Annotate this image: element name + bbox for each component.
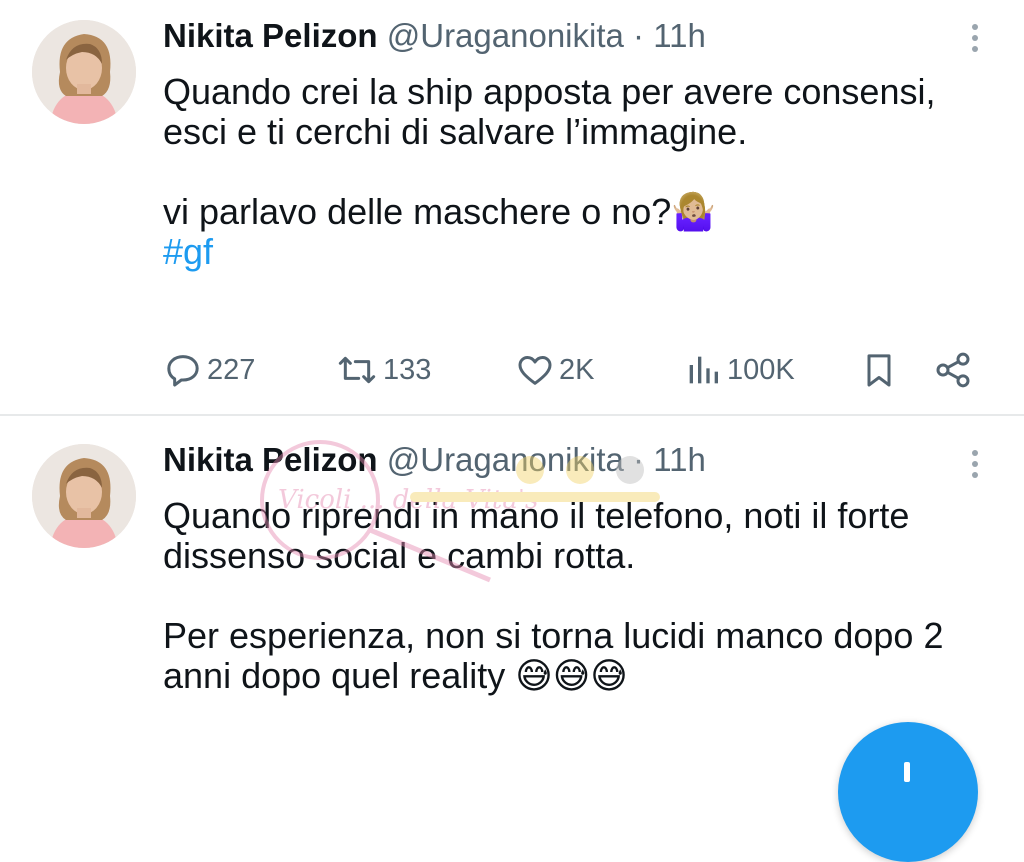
plus-icon [904,762,910,782]
timestamp[interactable]: 11h [653,441,706,478]
avatar[interactable] [32,444,136,548]
tweet-paragraph: Quando riprendi in mano il telefono, not… [163,495,910,576]
views-icon [689,356,718,384]
tweet-1[interactable]: Nikita Pelizon @Uraganonikita · 11h Quan… [0,0,1024,414]
author-name[interactable]: Nikita Pelizon [163,17,378,54]
reply-button[interactable]: 227 [163,350,255,390]
tweet-paragraph: Quando crei la ship apposta per avere co… [163,71,936,152]
like-icon [518,356,552,385]
compose-button[interactable] [838,722,978,862]
bookmark-icon [867,354,891,387]
tweet-header: Nikita Pelizon @Uraganonikita · 11h [163,16,706,56]
repost-button[interactable]: 133 [335,350,431,390]
author-name[interactable]: Nikita Pelizon [163,441,378,478]
hashtag-link[interactable]: #gf [163,232,1003,272]
views-count: 100K [727,353,795,386]
separator: · [633,441,645,478]
repost-icon [338,356,376,384]
timestamp[interactable]: 11h [653,17,706,54]
views-button[interactable]: 100K [683,350,795,390]
repost-count: 133 [383,353,432,386]
like-button[interactable]: 2K [515,350,594,390]
author-handle[interactable]: @Uraganonikita [387,17,624,54]
avatar[interactable] [32,20,136,124]
tweet-text: Quando riprendi in mano il telefono, not… [163,496,1003,696]
action-bar: 227 133 2K 100K [163,350,983,390]
avatar-image [32,444,136,548]
avatar-image [32,20,136,124]
reply-icon [167,355,199,387]
reply-count: 227 [207,353,256,386]
tweet-header: Nikita Pelizon @Uraganonikita · 11h [163,440,706,480]
like-count: 2K [559,353,595,386]
tweet-paragraph: Per esperienza, non si torna lucidi manc… [163,615,944,696]
more-options-icon[interactable] [972,450,980,483]
tweet-text: Quando crei la ship apposta per avere co… [163,72,1003,272]
bookmark-button[interactable] [859,350,899,390]
author-handle[interactable]: @Uraganonikita [387,441,624,478]
more-options-icon[interactable] [972,24,980,57]
share-icon [936,352,970,388]
tweet-paragraph: vi parlavo delle maschere o no?🤷🏼‍♀️ [163,191,717,232]
separator: · [633,17,645,54]
share-button[interactable] [933,350,973,390]
